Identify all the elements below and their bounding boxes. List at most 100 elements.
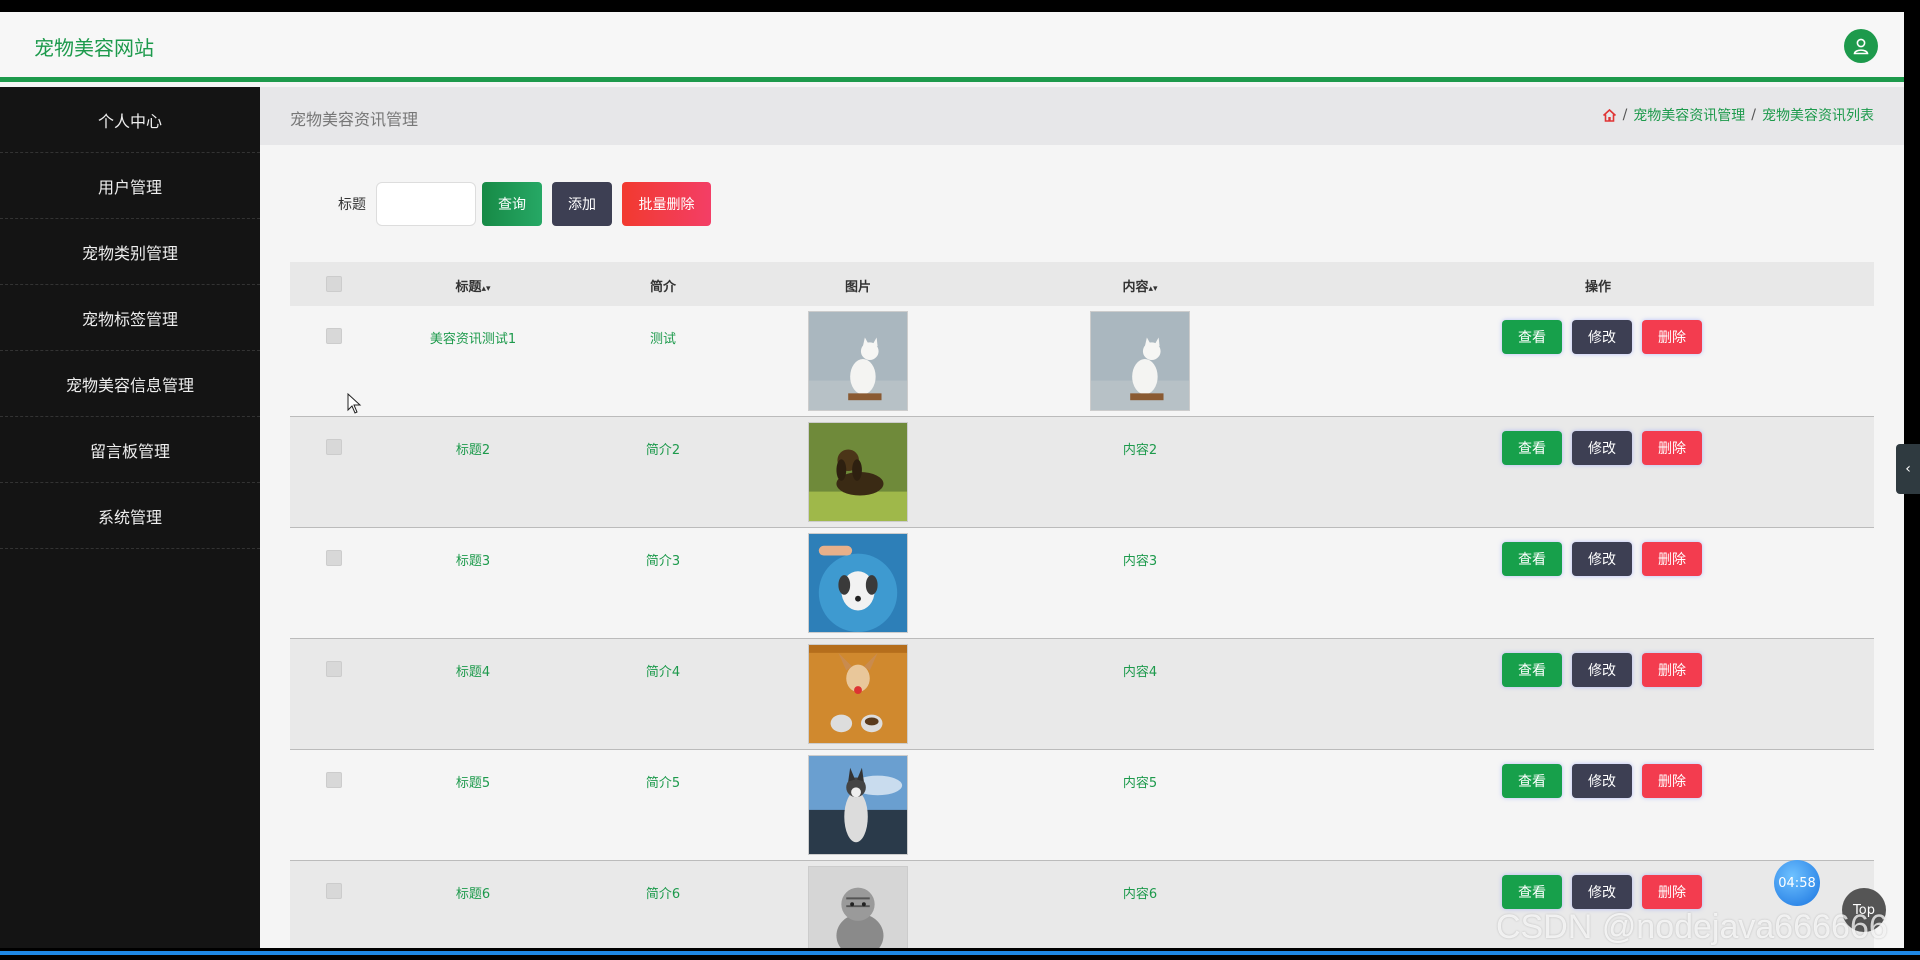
select-all-cell — [290, 276, 378, 296]
collapse-panel-button[interactable]: ‹ — [1896, 444, 1920, 494]
user-icon — [1853, 38, 1869, 55]
col-title-label: 标题 — [455, 280, 482, 295]
view-button[interactable]: 查看 — [1502, 875, 1562, 909]
row-content: 内容3 — [1122, 554, 1158, 569]
breadcrumb-item-list[interactable]: 宠物美容资讯列表 — [1762, 105, 1874, 125]
table-row: 标题5 简介5 内容5 查看 修改 删除 — [290, 750, 1874, 861]
site-brand[interactable]: 宠物美容网站 — [34, 32, 154, 61]
delete-button[interactable]: 删除 — [1642, 320, 1702, 354]
table-row: 标题2 简介2 内容2 查看 修改 删除 — [290, 417, 1874, 528]
row-check-cell — [290, 550, 378, 570]
search-title-label: 标题 — [338, 197, 366, 213]
sidebar-item-user-management[interactable]: 用户管理 — [0, 153, 260, 219]
row-actions: 查看 修改 删除 — [1502, 653, 1702, 687]
sidebar-item-personal-center[interactable]: 个人中心 — [0, 87, 260, 153]
col-title-header[interactable]: 标题▴▾ — [378, 276, 568, 295]
edit-button[interactable]: 修改 — [1572, 653, 1632, 687]
edit-button[interactable]: 修改 — [1572, 431, 1632, 465]
edit-button[interactable]: 修改 — [1572, 875, 1632, 909]
row-content: 内容5 — [1122, 776, 1158, 791]
view-button[interactable]: 查看 — [1502, 431, 1562, 465]
col-brief-header: 简介 — [649, 280, 676, 295]
delete-button[interactable]: 删除 — [1642, 542, 1702, 576]
breadcrumb-separator: / — [1751, 107, 1756, 123]
edit-button[interactable]: 修改 — [1572, 320, 1632, 354]
dachshund-photo — [808, 422, 908, 522]
query-button[interactable]: 查询 — [482, 182, 542, 226]
sidebar-item-pet-grooming-info[interactable]: 宠物美容信息管理 — [0, 351, 260, 417]
main-content: 宠物美容资讯管理 / 宠物美容资讯管理 / 宠物美容资讯列表 标题 查询 添加 … — [260, 87, 1904, 948]
row-content: 内容6 — [1122, 887, 1158, 902]
view-button[interactable]: 查看 — [1502, 542, 1562, 576]
view-button[interactable]: 查看 — [1502, 653, 1562, 687]
row-title: 标题6 — [455, 887, 491, 902]
row-checkbox[interactable] — [326, 439, 342, 455]
view-button[interactable]: 查看 — [1502, 320, 1562, 354]
table-row: 美容资讯测试1 测试 查看 修改 删除 — [290, 306, 1874, 417]
delete-button[interactable]: 删除 — [1642, 875, 1702, 909]
row-title: 标题2 — [455, 443, 491, 458]
sidebar-item-pet-tag[interactable]: 宠物标签管理 — [0, 285, 260, 351]
table-row: 标题4 简介4 内容4 查看 修改 删除 — [290, 639, 1874, 750]
col-content-header[interactable]: 内容▴▾ — [958, 276, 1322, 295]
col-content-label: 内容 — [1122, 280, 1149, 295]
row-checkbox[interactable] — [326, 550, 342, 566]
app-window: 宠物美容网站 个人中心 用户管理 宠物类别管理 宠物标签管理 宠物美容信息管理 … — [0, 12, 1904, 948]
row-content: 内容2 — [1122, 443, 1158, 458]
batch-delete-button[interactable]: 批量删除 — [622, 182, 711, 226]
home-icon[interactable] — [1602, 108, 1617, 123]
view-button[interactable]: 查看 — [1502, 764, 1562, 798]
breadcrumb-separator: / — [1622, 107, 1628, 123]
row-title: 标题4 — [455, 665, 491, 680]
mouse-cursor-icon — [347, 393, 362, 414]
sort-icon[interactable]: ▴▾ — [481, 284, 490, 294]
sidebar-item-system[interactable]: 系统管理 — [0, 483, 260, 549]
select-all-checkbox[interactable] — [326, 276, 342, 292]
csdn-watermark: CSDN @nodejava666666 — [1496, 908, 1888, 946]
row-brief: 测试 — [649, 332, 676, 347]
search-title-input[interactable] — [376, 182, 476, 226]
row-checkbox[interactable] — [326, 772, 342, 788]
row-check-cell — [290, 883, 378, 903]
bottom-progress-bar — [0, 951, 1920, 955]
row-title: 标题3 — [455, 554, 491, 569]
page-title: 宠物美容资讯管理 — [290, 110, 419, 129]
user-avatar-button[interactable] — [1844, 29, 1878, 63]
breadcrumb: / 宠物美容资讯管理 / 宠物美容资讯列表 — [1602, 105, 1874, 125]
row-brief: 简介2 — [645, 443, 681, 458]
delete-button[interactable]: 删除 — [1642, 764, 1702, 798]
puppy-bath-photo — [808, 533, 908, 633]
row-brief: 简介5 — [645, 776, 681, 791]
sort-icon[interactable]: ▴▾ — [1148, 284, 1157, 294]
delete-button[interactable]: 删除 — [1642, 431, 1702, 465]
table-header: 标题▴▾ 简介 图片 内容▴▾ 操作 — [290, 262, 1874, 306]
dog-with-bowls-photo — [808, 644, 908, 744]
sidebar-item-pet-category[interactable]: 宠物类别管理 — [0, 219, 260, 285]
add-button[interactable]: 添加 — [552, 182, 612, 226]
tabby-cat-photo — [808, 866, 908, 948]
row-check-cell — [290, 328, 378, 348]
news-table: 标题▴▾ 简介 图片 内容▴▾ 操作 美容资讯测试1 测试 查看 修改 删除 标… — [290, 262, 1874, 948]
col-ops-header: 操作 — [1584, 280, 1611, 295]
search-bar: 标题 查询 添加 批量删除 — [338, 182, 721, 226]
col-image-header: 图片 — [844, 280, 871, 295]
edit-button[interactable]: 修改 — [1572, 764, 1632, 798]
row-content: 内容4 — [1122, 665, 1158, 680]
breadcrumb-item-management[interactable]: 宠物美容资讯管理 — [1633, 105, 1745, 125]
sidebar-item-message-board[interactable]: 留言板管理 — [0, 417, 260, 483]
timer-badge: 04:58 — [1774, 860, 1820, 906]
row-checkbox[interactable] — [326, 661, 342, 677]
row-check-cell — [290, 439, 378, 459]
page-title-bar: 宠物美容资讯管理 / 宠物美容资讯管理 / 宠物美容资讯列表 — [260, 87, 1904, 145]
row-actions: 查看 修改 删除 — [1502, 542, 1702, 576]
row-actions: 查看 修改 删除 — [1502, 875, 1702, 909]
row-actions: 查看 修改 删除 — [1502, 764, 1702, 798]
edit-button[interactable]: 修改 — [1572, 542, 1632, 576]
row-checkbox[interactable] — [326, 328, 342, 344]
top-header: 宠物美容网站 — [0, 12, 1904, 82]
row-check-cell — [290, 772, 378, 792]
delete-button[interactable]: 删除 — [1642, 653, 1702, 687]
chevron-left-icon: ‹ — [1905, 461, 1911, 477]
white-cat-photo — [1090, 311, 1190, 411]
row-checkbox[interactable] — [326, 883, 342, 899]
